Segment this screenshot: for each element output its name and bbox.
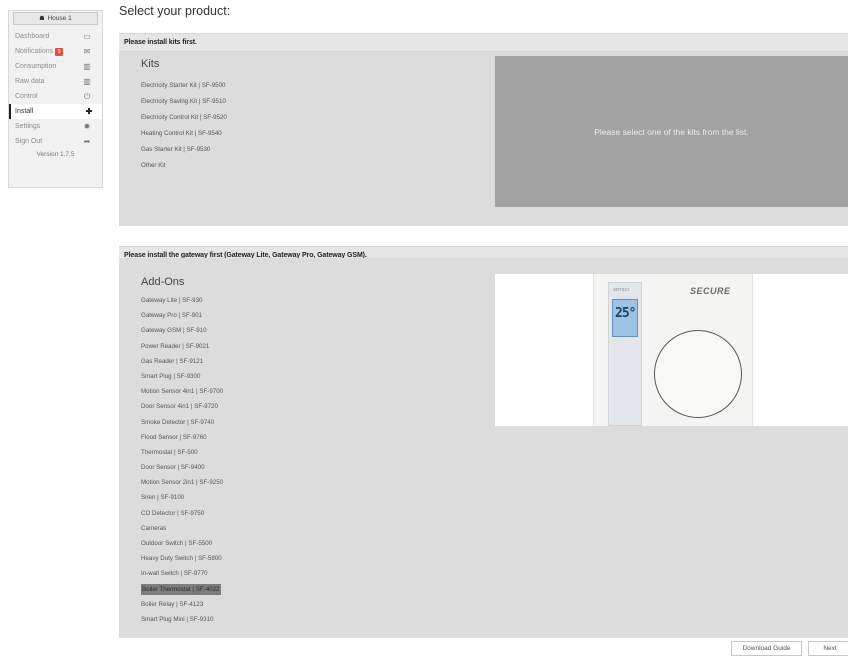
sidebar-item-label: Consumption — [15, 63, 57, 70]
sidebar-item-dashboard[interactable]: Dashboard ▭ — [9, 29, 102, 44]
kit-list-item[interactable]: Electricity Control Kit | SF-9520 — [141, 110, 227, 126]
sidebar-item-label: Install — [15, 108, 34, 115]
addons-panel: Add-Ons Gateway Lite | SF-930 Gateway Pro… — [119, 258, 848, 638]
sidebar-item-label: Dashboard — [15, 33, 50, 40]
kits-notice: Please install kits first. — [119, 33, 848, 52]
thermostat-screen: 25° — [612, 299, 638, 337]
addon-list-item[interactable]: Smart Plug Mini | SF-9310 — [141, 612, 223, 627]
house-label: House 1 — [47, 15, 72, 22]
addon-list-item[interactable]: In-wall Switch | SF-9770 — [141, 566, 223, 581]
download-guide-button[interactable]: Download Guide — [731, 641, 802, 656]
product-image: SRT321 25° SECURE — [495, 274, 848, 426]
addon-list-item[interactable]: Motion Sensor 4in1 | SF-9700 — [141, 384, 223, 399]
kit-list-item[interactable]: Gas Starter Kit | SF-9530 — [141, 142, 227, 158]
sidebar-item-sign-out[interactable]: Sign Out ➦ — [9, 134, 102, 149]
next-button[interactable]: Next — [808, 641, 848, 656]
addon-list-item[interactable]: Gateway Lite | SF-930 — [141, 293, 223, 308]
thermostat-strip: SRT321 25° — [608, 282, 642, 426]
thermostat-temperature: 25° — [615, 306, 637, 321]
sidebar-item-raw-data[interactable]: Raw data ▥ — [9, 74, 102, 89]
kit-list-item[interactable]: Other Kit — [141, 158, 227, 174]
addons-heading: Add-Ons — [141, 276, 185, 288]
sidebar-item-label: Sign Out — [15, 138, 43, 145]
addon-list-item[interactable]: Boiler Relay | SF-4123 — [141, 597, 223, 612]
addon-list-item[interactable]: Thermostat | SF-500 — [141, 445, 223, 460]
addon-list-item[interactable]: Gas Reader | SF-9121 — [141, 354, 223, 369]
sidebar-item-notifications[interactable]: Notifications 9 ✉ — [9, 44, 102, 59]
sign-out-icon: ➦ — [83, 137, 91, 146]
kits-panel: Kits Electricity Starter Kit | SF-9500 El… — [119, 52, 848, 226]
thermostat-dial — [654, 330, 742, 418]
addon-list-item[interactable]: Boiler Thermostat | SF-4022 — [141, 582, 223, 597]
gear-icon: ✹ — [83, 122, 91, 131]
sidebar-item-settings[interactable]: Settings ✹ — [9, 119, 102, 134]
addon-list-item[interactable]: Gateway GSM | SF-910 — [141, 323, 223, 338]
addon-list-item[interactable]: Outdoor Switch | SF-5500 — [141, 536, 223, 551]
addon-list-item[interactable]: Smart Plug | SF-9300 — [141, 369, 223, 384]
bar-chart-icon: ▥ — [83, 62, 91, 71]
kit-list-item[interactable]: Heating Control Kit | SF-9540 — [141, 126, 227, 142]
thermostat-device: SRT321 25° SECURE — [593, 274, 753, 426]
plus-icon: ✚ — [85, 107, 93, 116]
sidebar-item-label: Raw data — [15, 78, 45, 85]
page-title: Select your product: — [119, 4, 231, 18]
envelope-icon: ✉ — [83, 47, 91, 56]
sidebar-item-label: Control — [15, 93, 38, 100]
home-icon: ☗ — [39, 16, 45, 22]
addon-list-item[interactable]: Power Reader | SF-9021 — [141, 339, 223, 354]
kits-heading: Kits — [141, 58, 160, 70]
sidebar-nav: Dashboard ▭ Notifications 9 ✉ Consumption ▥ Raw… — [9, 29, 102, 149]
thermostat-model-label: SRT321 — [613, 287, 630, 292]
version-label: Version 1.7.5 — [36, 151, 75, 158]
brand-logo: SECURE — [690, 286, 731, 296]
kit-list-item[interactable]: Electricity Saving Kit | SF-9510 — [141, 94, 227, 110]
sidebar-item-consumption[interactable]: Consumption ▥ — [9, 59, 102, 74]
addon-list-item[interactable]: Siren | SF-9100 — [141, 490, 223, 505]
kit-list-item[interactable]: Electricity Starter Kit | SF-9500 — [141, 78, 227, 94]
addon-list-item[interactable]: Flood Sensor | SF-9760 — [141, 430, 223, 445]
house-selector[interactable]: ☗ House 1 — [13, 12, 98, 25]
kit-preview-placeholder: Please select one of the kits from the l… — [495, 56, 848, 207]
addon-list-item[interactable]: Motion Sensor 2in1 | SF-9250 — [141, 475, 223, 490]
sidebar-item-control[interactable]: Control ⏻ — [9, 89, 102, 104]
addon-list-item[interactable]: Door Sensor | SF-9400 — [141, 460, 223, 475]
notification-count-badge: 9 — [55, 48, 64, 56]
addon-list-item[interactable]: Heavy Duty Switch | SF-5800 — [141, 551, 223, 566]
addons-list: Gateway Lite | SF-930 Gateway Pro | SF-90… — [141, 293, 223, 627]
addon-list-item[interactable]: Door Sensor 4in1 | SF-9720 — [141, 399, 223, 414]
bar-chart-icon: ▥ — [83, 77, 91, 86]
addon-list-item[interactable]: Cameras — [141, 521, 223, 536]
monitor-icon: ▭ — [83, 32, 91, 41]
sidebar-item-install[interactable]: Install ✚ — [9, 104, 102, 119]
kit-preview-text: Please select one of the kits from the l… — [594, 126, 749, 137]
power-icon: ⏻ — [83, 92, 91, 101]
addon-list-item[interactable]: Gateway Pro | SF-901 — [141, 308, 223, 323]
kits-list: Electricity Starter Kit | SF-9500 Electri… — [141, 78, 227, 174]
sidebar-item-label: Notifications — [15, 48, 54, 55]
selected-addon-label: Boiler Thermostat | SF-4022 — [141, 583, 221, 595]
sidebar-item-label: Settings — [15, 123, 41, 130]
addon-list-item[interactable]: CO Detector | SF-9750 — [141, 506, 223, 521]
sidebar: ☗ House 1 Dashboard ▭ Notifications 9 ✉ Consu… — [8, 10, 103, 188]
addon-list-item[interactable]: Smoke Detector | SF-9740 — [141, 415, 223, 430]
